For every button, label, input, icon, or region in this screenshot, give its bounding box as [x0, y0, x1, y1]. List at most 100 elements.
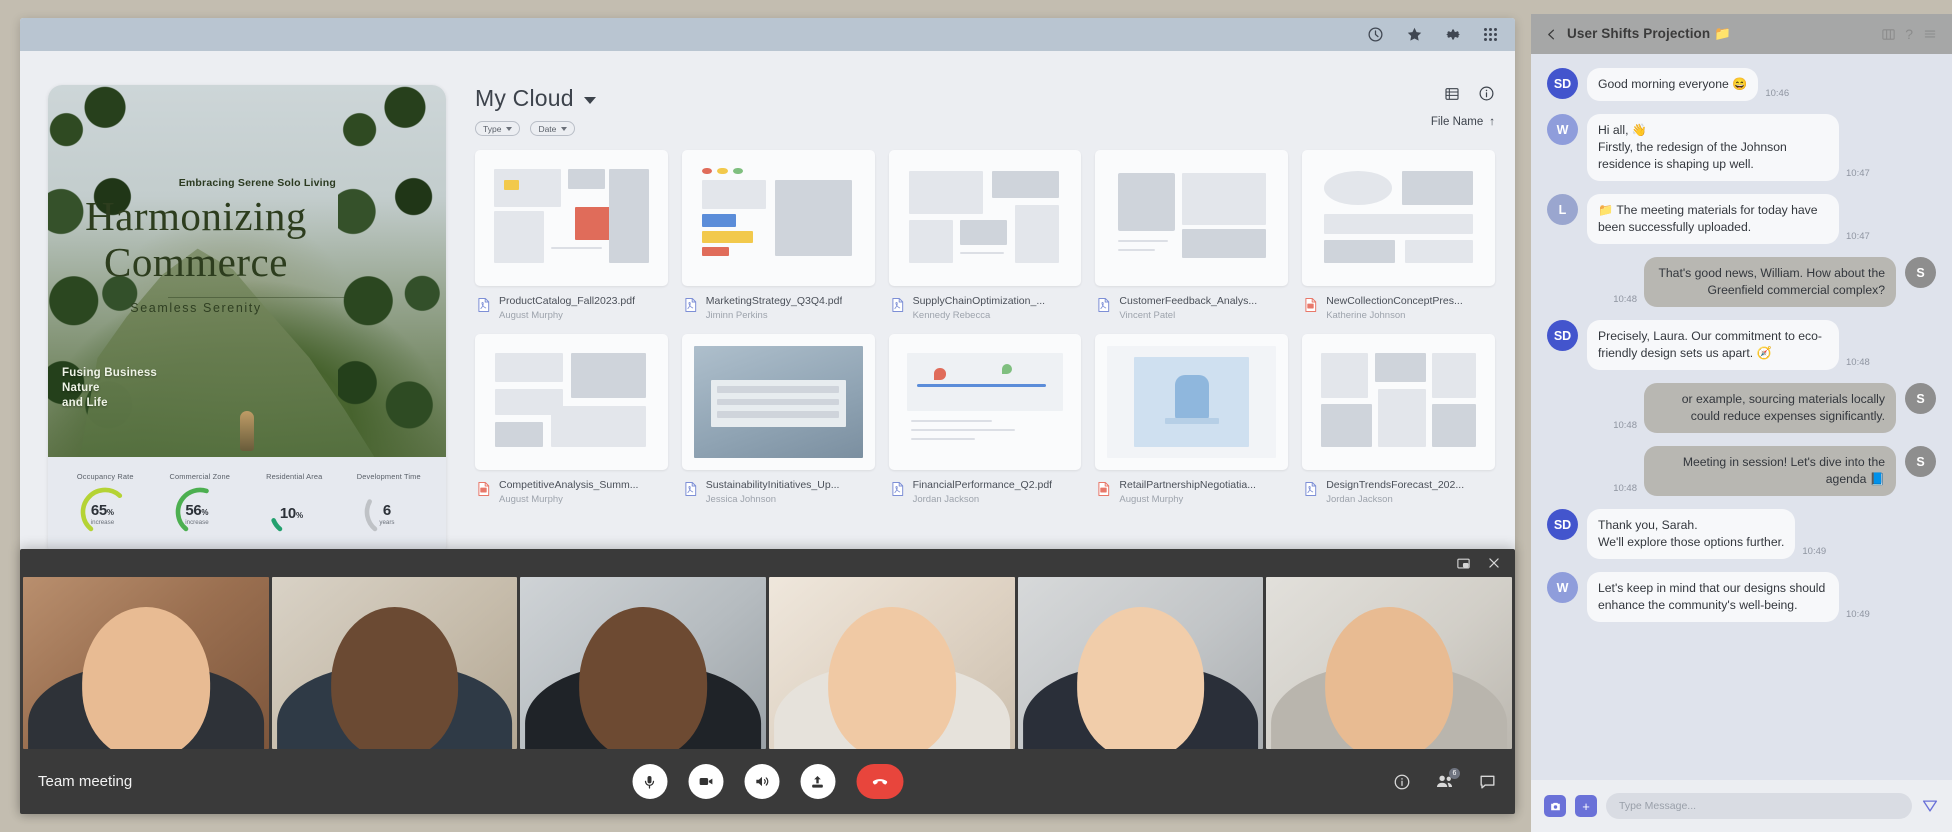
apps-grid-icon[interactable]: [1484, 28, 1497, 41]
participants-badge: 6: [1449, 768, 1460, 779]
file-author: Kennedy Rebecca: [913, 310, 1046, 321]
close-icon[interactable]: [1487, 556, 1501, 570]
file-card[interactable]: ProductCatalog_Fall2023.pdfAugust Murphy: [475, 150, 668, 321]
send-icon[interactable]: [1921, 797, 1939, 815]
pip-icon[interactable]: [1456, 556, 1471, 571]
view-controls: [1431, 85, 1495, 102]
file-card[interactable]: FinancialPerformance_Q2.pdf Jordan Jackso…: [889, 334, 1082, 505]
thumbnail-art: [1314, 162, 1483, 274]
file-card[interactable]: NewCollectionConceptPres...Katherine Joh…: [1302, 150, 1495, 321]
video-icon[interactable]: [688, 764, 723, 799]
info-icon[interactable]: [1393, 773, 1411, 791]
file-card[interactable]: CompetitiveAnalysis_Summ...August Murphy: [475, 334, 668, 505]
stat-gauge: Residential Area10%: [251, 472, 337, 542]
message-time: 10:48: [1846, 357, 1870, 368]
stat-gauge: Occupancy Rate 65%increase: [62, 472, 148, 542]
avatar: W: [1547, 572, 1578, 603]
cover-divider: [168, 297, 346, 298]
clock-icon[interactable]: [1367, 26, 1384, 43]
cloud-title-dropdown[interactable]: My Cloud: [475, 85, 596, 112]
message-bubble: 📁 The meeting materials for today have b…: [1587, 194, 1839, 244]
file-card[interactable]: CustomerFeedback_Analys...Vincent Patel: [1095, 150, 1288, 321]
stat-gauge: Development Time6years: [346, 472, 432, 542]
sort-control[interactable]: File Name ↑: [1431, 116, 1495, 128]
filter-chip-date[interactable]: Date: [530, 121, 575, 136]
cover-title-line2: Commerce: [104, 239, 288, 285]
window-titlebar: [20, 18, 1515, 51]
file-thumbnail: [889, 150, 1082, 286]
video-right-controls: 6: [1393, 772, 1497, 791]
info-icon[interactable]: [1478, 85, 1495, 102]
participant-tile[interactable]: [769, 577, 1015, 749]
phone-hangup-icon[interactable]: [856, 764, 903, 799]
file-card[interactable]: MarketingStrategy_Q3Q4.pdf Jiminn Perkins: [682, 150, 875, 321]
message-time: 10:47: [1846, 231, 1870, 242]
participant-tile[interactable]: [1018, 577, 1264, 749]
file-grid: ProductCatalog_Fall2023.pdfAugust Murphy…: [475, 150, 1495, 505]
help-icon[interactable]: ?: [1905, 26, 1913, 42]
panel-icon[interactable]: [1881, 27, 1896, 42]
file-card[interactable]: SustainabilityInitiatives_Up...Jessica J…: [682, 334, 875, 505]
message-input[interactable]: [1606, 793, 1912, 819]
tile-face: [1077, 607, 1205, 749]
file-name: CompetitiveAnalysis_Summ...: [499, 479, 638, 492]
participants-icon[interactable]: 6: [1435, 772, 1454, 791]
message-time: 10:48: [1613, 420, 1637, 431]
thumbnail-art: [694, 346, 863, 458]
chat-message: SDGood morning everyone 😄10:46: [1547, 68, 1936, 101]
file-card[interactable]: RetailPartnershipNegotiatia...August Mur…: [1095, 334, 1288, 505]
participant-tile[interactable]: [272, 577, 518, 749]
message-time: 10:48: [1613, 294, 1637, 305]
filter-chip-type[interactable]: Type: [475, 121, 520, 136]
speaker-icon[interactable]: [744, 764, 779, 799]
chat-message: L 📁 The meeting materials for today have …: [1547, 194, 1936, 244]
star-icon[interactable]: [1406, 26, 1423, 43]
cover-title-line1: Harmonizing: [85, 193, 307, 239]
avatar: L: [1547, 194, 1578, 225]
document-preview-card[interactable]: Embracing Serene Solo Living Harmonizing…: [48, 85, 446, 559]
file-author: Jiminn Perkins: [706, 310, 843, 321]
file-author: Jordan Jackson: [913, 494, 1053, 505]
call-controls: [632, 764, 903, 799]
message-bubble: Hi all, 👋Firstly, the redesign of the Jo…: [1587, 114, 1839, 181]
stats-strip: Occupancy Rate65%increaseCommercial Zone…: [48, 457, 446, 559]
stat-value: 65%increase: [91, 502, 114, 526]
menu-icon[interactable]: [1922, 27, 1938, 41]
file-name: FinancialPerformance_Q2.pdf: [913, 479, 1053, 492]
gear-icon[interactable]: [1445, 26, 1462, 43]
stat-label: Occupancy Rate: [62, 472, 148, 481]
mic-icon[interactable]: [632, 764, 667, 799]
camera-icon[interactable]: [1544, 795, 1566, 817]
message-time: 10:46: [1765, 88, 1789, 99]
back-chevron-icon[interactable]: [1545, 27, 1558, 42]
file-name: RetailPartnershipNegotiatia...: [1119, 479, 1256, 492]
plus-icon[interactable]: +: [1575, 795, 1597, 817]
file-thumbnail: [1302, 150, 1495, 286]
chat-header: User Shifts Projection 📁 ?: [1531, 14, 1952, 54]
message-time: 10:49: [1802, 546, 1826, 557]
share-screen-icon[interactable]: [800, 764, 835, 799]
file-card[interactable]: DesignTrendsForecast_202...Jordan Jackso…: [1302, 334, 1495, 505]
file-thumbnail: [1095, 150, 1288, 286]
document-cover-image: Embracing Serene Solo Living Harmonizing…: [48, 85, 446, 457]
file-name: SustainabilityInitiatives_Up...: [706, 479, 840, 492]
stat-label: Development Time: [346, 472, 432, 481]
avatar: W: [1547, 114, 1578, 145]
file-card[interactable]: SupplyChainOptimization_...Kennedy Rebec…: [889, 150, 1082, 321]
stat-value: 10%: [280, 505, 303, 522]
file-type-icon: [1302, 296, 1319, 319]
file-name: NewCollectionConceptPres...: [1326, 295, 1463, 308]
participant-tile[interactable]: [1266, 577, 1512, 749]
file-type-icon: [682, 480, 699, 503]
list-view-icon[interactable]: [1444, 86, 1460, 102]
chat-icon[interactable]: [1478, 772, 1497, 791]
sort-direction-icon: ↑: [1489, 116, 1495, 128]
message-bubble: Good morning everyone 😄: [1587, 68, 1758, 101]
video-window-controls: [20, 549, 1515, 577]
participant-tile[interactable]: [520, 577, 766, 749]
file-type-icon: [889, 480, 906, 503]
message-time: 10:49: [1846, 609, 1870, 620]
meeting-title: Team meeting: [38, 773, 132, 790]
file-name: MarketingStrategy_Q3Q4.pdf: [706, 295, 843, 308]
participant-tile[interactable]: [23, 577, 269, 749]
